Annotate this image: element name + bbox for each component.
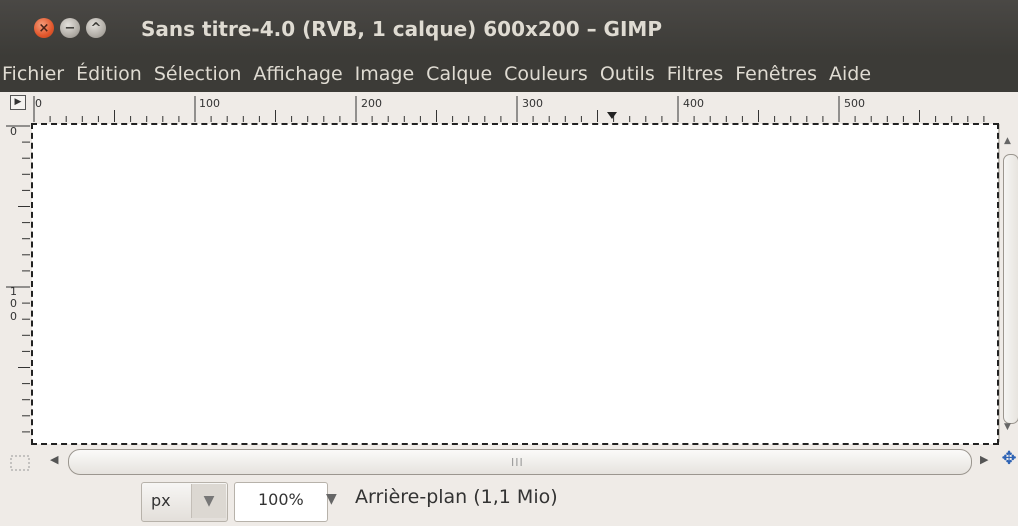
menu-bar: Fichier Édition Sélection Affichage Imag… bbox=[0, 56, 1018, 92]
vruler-label-1: 1 bbox=[10, 285, 17, 298]
menu-filtres[interactable]: Filtres bbox=[661, 63, 730, 85]
window-title: Sans titre-4.0 (RVB, 1 calque) 600x200 –… bbox=[141, 17, 662, 41]
gimp-window: × − ^ Sans titre-4.0 (RVB, 1 calque) 600… bbox=[0, 0, 1018, 526]
ruler-label-200: 200 bbox=[361, 97, 382, 110]
close-icon[interactable]: × bbox=[34, 18, 54, 38]
menu-image[interactable]: Image bbox=[349, 63, 421, 85]
vertical-ruler-ticks bbox=[6, 125, 30, 433]
scroll-down-icon[interactable]: ▼ bbox=[1004, 422, 1011, 432]
vertical-scroll-trough[interactable] bbox=[1003, 154, 1018, 424]
ruler-label-0: 0 bbox=[35, 97, 42, 110]
menu-couleurs[interactable]: Couleurs bbox=[498, 63, 594, 85]
vruler-label-0b: 0 bbox=[10, 297, 17, 310]
maximize-icon[interactable]: ^ bbox=[86, 18, 106, 38]
scroll-left-icon[interactable]: ◀ bbox=[50, 453, 58, 466]
canvas-area[interactable] bbox=[31, 123, 1000, 445]
menu-fenetres[interactable]: Fenêtres bbox=[729, 63, 823, 85]
ruler-label-100: 100 bbox=[199, 97, 220, 110]
menu-arrow-icon[interactable]: ▶ bbox=[10, 95, 26, 110]
vertical-scrollbar[interactable]: ▲ ▼ bbox=[1002, 124, 1018, 442]
scroll-right-icon[interactable]: ▶ bbox=[980, 453, 988, 466]
menu-fichier[interactable]: Fichier bbox=[0, 63, 70, 85]
zoom-value: 100% bbox=[258, 490, 304, 509]
menu-aide[interactable]: Aide bbox=[823, 63, 877, 85]
menu-edition[interactable]: Édition bbox=[70, 63, 148, 85]
quick-mask-icon[interactable] bbox=[10, 455, 30, 471]
unit-value: px bbox=[151, 491, 171, 510]
scroll-up-icon[interactable]: ▲ bbox=[1004, 136, 1011, 146]
menu-calque[interactable]: Calque bbox=[420, 63, 498, 85]
title-bar: × − ^ Sans titre-4.0 (RVB, 1 calque) 600… bbox=[0, 0, 1018, 56]
ruler-label-500: 500 bbox=[844, 97, 865, 110]
unit-dropdown-icon[interactable]: ▼ bbox=[191, 484, 226, 518]
horizontal-ruler[interactable]: 0 100 200 300 400 500 bbox=[32, 92, 1000, 122]
ruler-label-400: 400 bbox=[683, 97, 704, 110]
ruler-label-300: 300 bbox=[522, 97, 543, 110]
menu-selection[interactable]: Sélection bbox=[148, 63, 248, 85]
scroll-grip: III bbox=[511, 456, 524, 469]
image-canvas[interactable] bbox=[31, 123, 999, 445]
vertical-ruler[interactable]: 0 1 0 0 bbox=[0, 124, 30, 442]
minimize-icon[interactable]: − bbox=[60, 18, 80, 38]
vruler-label-0c: 0 bbox=[10, 310, 17, 323]
vruler-label-0: 0 bbox=[10, 125, 17, 138]
ruler-pointer bbox=[607, 112, 617, 119]
menu-outils[interactable]: Outils bbox=[594, 63, 661, 85]
zoom-dropdown-icon[interactable]: ▼ bbox=[326, 491, 337, 507]
navigate-icon[interactable]: ✥ bbox=[999, 449, 1018, 469]
menu-affichage[interactable]: Affichage bbox=[247, 63, 348, 85]
layer-info: Arrière-plan (1,1 Mio) bbox=[355, 486, 558, 508]
